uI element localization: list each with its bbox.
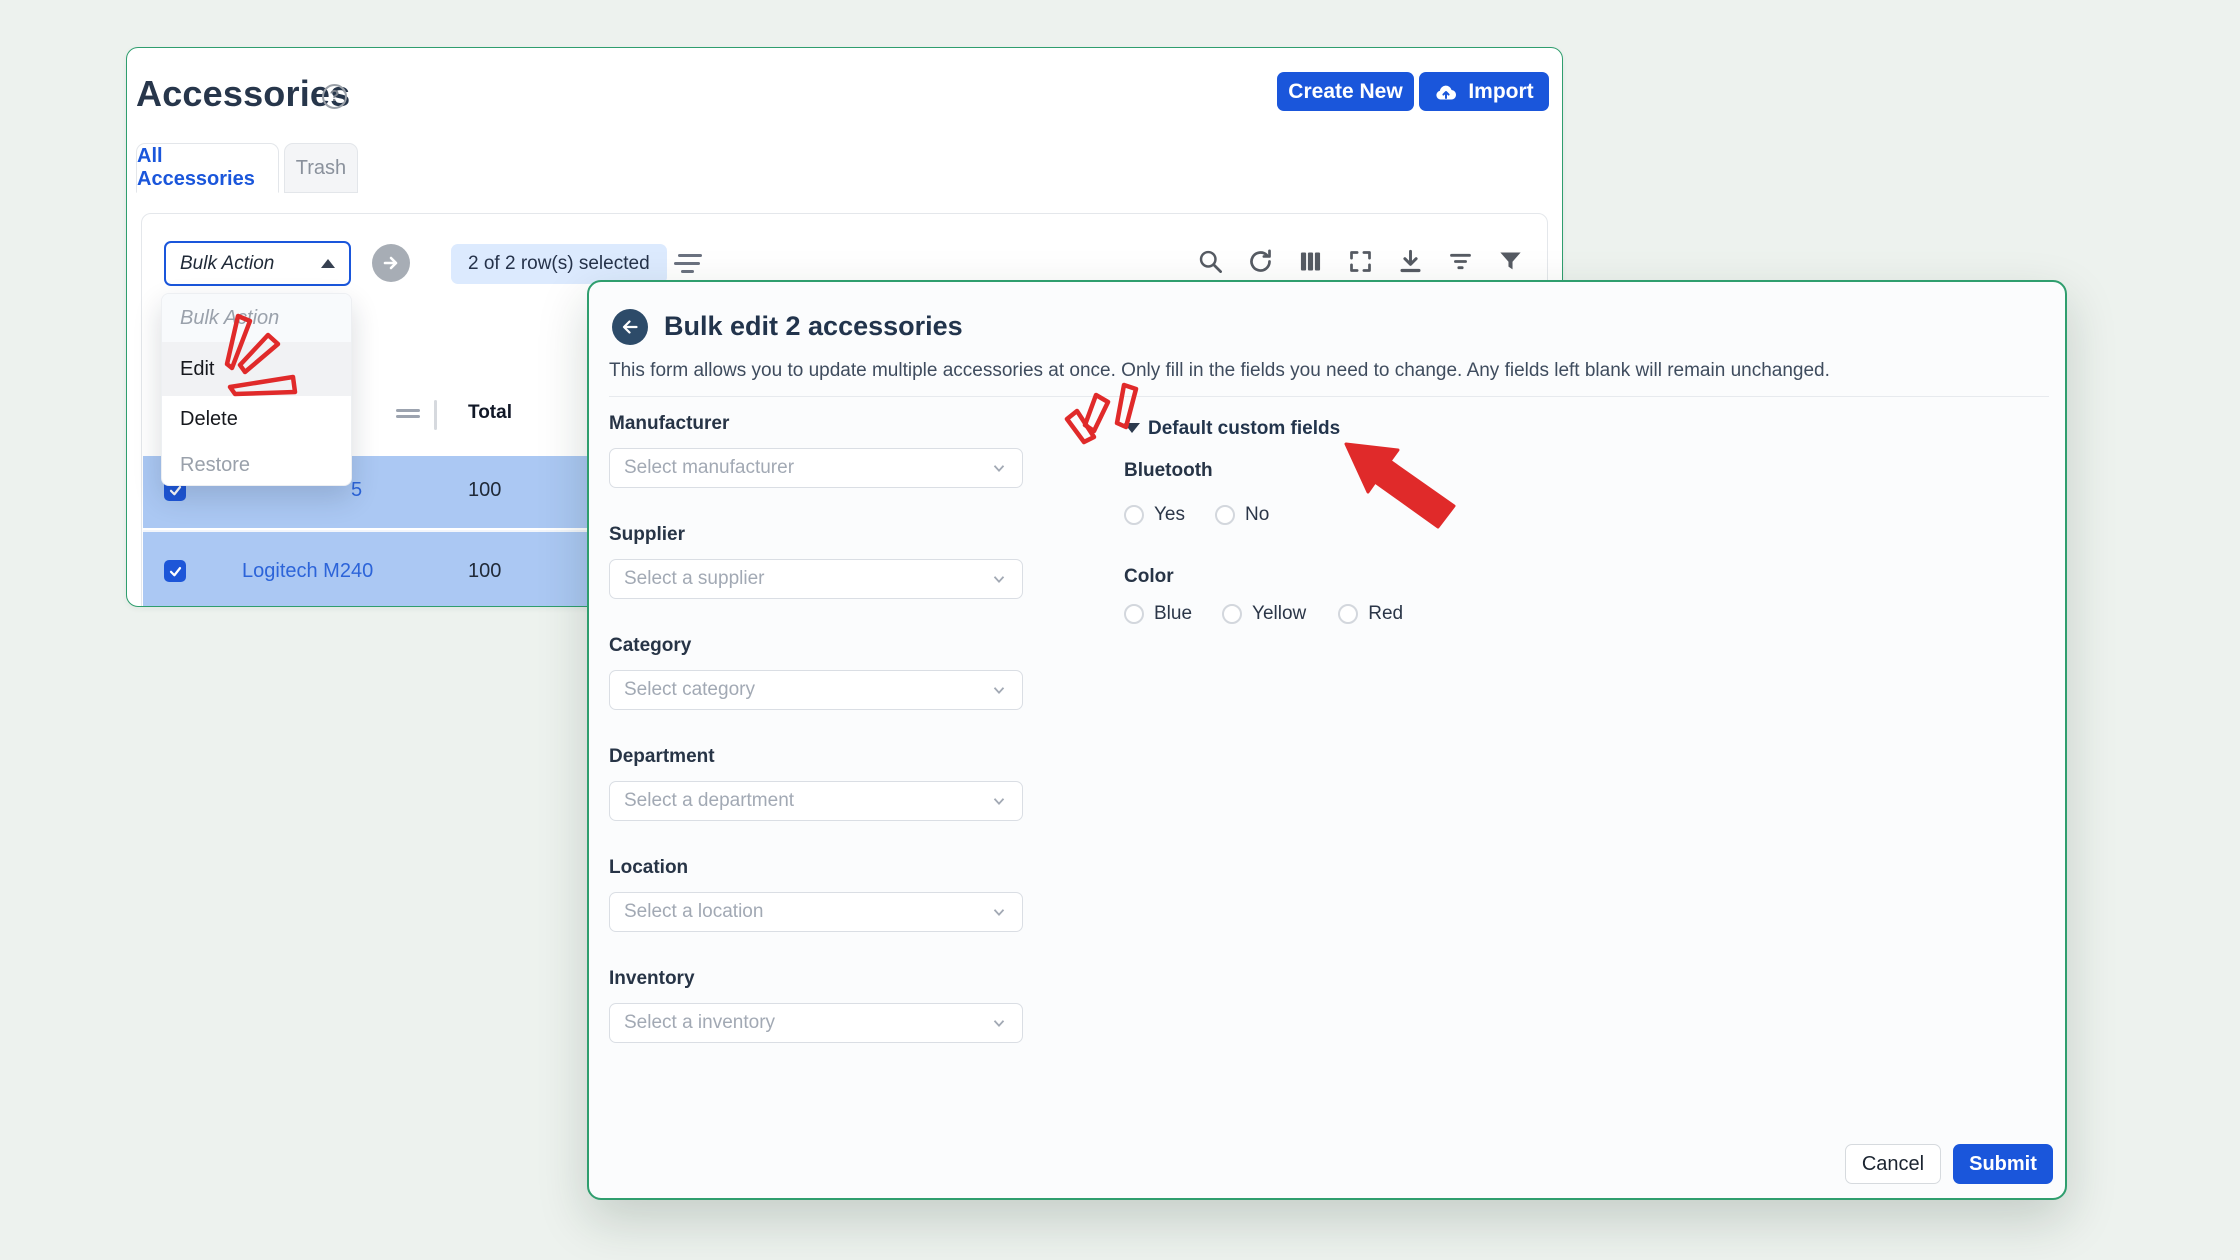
- field-label-department: Department: [609, 746, 715, 768]
- columns-icon[interactable]: [1296, 247, 1325, 276]
- accessory-name-link[interactable]: 5: [351, 479, 362, 502]
- field-label-supplier: Supplier: [609, 524, 685, 546]
- cloud-upload-icon: [1434, 82, 1458, 102]
- field-label-category: Category: [609, 635, 691, 657]
- inventory-select[interactable]: Select a inventory: [609, 1003, 1023, 1043]
- row-total-value: 100: [468, 560, 501, 583]
- refresh-icon[interactable]: [1246, 247, 1275, 276]
- page-title: Accessories: [136, 73, 350, 115]
- menu-item-bulk-action: Bulk Action: [162, 294, 351, 342]
- bulk-action-select[interactable]: Bulk Action: [164, 241, 351, 286]
- column-grip-icon[interactable]: [396, 409, 420, 418]
- field-label-location: Location: [609, 857, 688, 879]
- arrow-right-icon: [381, 253, 401, 273]
- download-icon[interactable]: [1396, 247, 1425, 276]
- accessory-name-link[interactable]: Logitech M240: [242, 560, 373, 583]
- radio-red[interactable]: [1338, 604, 1358, 624]
- row-total-value: 100: [468, 479, 501, 502]
- tab-label: Trash: [296, 157, 346, 180]
- column-header-total[interactable]: Total: [468, 402, 512, 424]
- field-label-manufacturer: Manufacturer: [609, 413, 729, 435]
- column-resize-handle[interactable]: [434, 400, 437, 430]
- filter-lines-icon[interactable]: [1446, 247, 1475, 276]
- chevron-down-icon: [990, 681, 1008, 699]
- table-toolbar-icons: [1196, 247, 1525, 276]
- apply-bulk-action-button[interactable]: [372, 244, 410, 282]
- cancel-button[interactable]: Cancel: [1845, 1144, 1941, 1184]
- supplier-select[interactable]: Select a supplier: [609, 559, 1023, 599]
- color-radio-group: Blue Yellow Red: [1124, 603, 1403, 625]
- panel-title: Bulk edit 2 accessories: [664, 311, 963, 342]
- create-new-label: Create New: [1288, 80, 1402, 104]
- bluetooth-radio-group: Yes No: [1124, 504, 1269, 526]
- arrow-left-icon: [620, 317, 640, 337]
- chevron-down-icon: [990, 792, 1008, 810]
- tab-all-accessories[interactable]: All Accessories: [136, 143, 279, 193]
- collapse-caret-icon[interactable]: [1124, 423, 1140, 433]
- bulk-edit-panel: Bulk edit 2 accessories This form allows…: [587, 280, 2067, 1200]
- search-icon[interactable]: [1196, 247, 1225, 276]
- radio-no[interactable]: [1215, 505, 1235, 525]
- filter-funnel-icon[interactable]: [1496, 247, 1525, 276]
- panel-description: This form allows you to update multiple …: [609, 360, 1899, 382]
- chevron-down-icon: [990, 570, 1008, 588]
- selection-count-badge: 2 of 2 row(s) selected: [451, 244, 667, 284]
- divider: [609, 396, 2049, 397]
- tab-trash[interactable]: Trash: [284, 143, 358, 193]
- submit-button[interactable]: Submit: [1953, 1144, 2053, 1184]
- row-checkbox[interactable]: [164, 560, 186, 582]
- chevron-down-icon: [990, 1014, 1008, 1032]
- align-lines-icon[interactable]: [674, 251, 704, 277]
- import-button[interactable]: Import: [1419, 72, 1549, 111]
- department-select[interactable]: Select a department: [609, 781, 1023, 821]
- field-label-inventory: Inventory: [609, 968, 695, 990]
- radio-blue[interactable]: [1124, 604, 1144, 624]
- menu-item-restore: Restore: [162, 442, 351, 486]
- fullscreen-icon[interactable]: [1346, 247, 1375, 276]
- chevron-up-icon: [321, 259, 335, 268]
- custom-fields-section-title[interactable]: Default custom fields: [1148, 418, 1340, 440]
- menu-item-edit[interactable]: Edit: [162, 342, 351, 396]
- import-label: Import: [1468, 80, 1533, 104]
- chevron-down-icon: [990, 903, 1008, 921]
- bulk-action-value: Bulk Action: [180, 253, 274, 275]
- help-icon[interactable]: ?: [322, 84, 347, 109]
- menu-item-delete[interactable]: Delete: [162, 396, 351, 442]
- tab-label: All Accessories: [137, 145, 278, 191]
- radio-yellow[interactable]: [1222, 604, 1242, 624]
- group-label-color: Color: [1124, 566, 1174, 588]
- location-select[interactable]: Select a location: [609, 892, 1023, 932]
- group-label-bluetooth: Bluetooth: [1124, 460, 1213, 482]
- back-button[interactable]: [612, 309, 648, 345]
- selection-count-text: 2 of 2 row(s) selected: [468, 253, 650, 275]
- help-glyph: ?: [330, 88, 340, 106]
- bulk-action-menu: Bulk Action Edit Delete Restore: [161, 293, 352, 486]
- screen: Accessories ? Create New Import All Acce…: [0, 0, 2240, 1260]
- manufacturer-select[interactable]: Select manufacturer: [609, 448, 1023, 488]
- create-new-button[interactable]: Create New: [1277, 72, 1414, 111]
- chevron-down-icon: [990, 459, 1008, 477]
- radio-yes[interactable]: [1124, 505, 1144, 525]
- category-select[interactable]: Select category: [609, 670, 1023, 710]
